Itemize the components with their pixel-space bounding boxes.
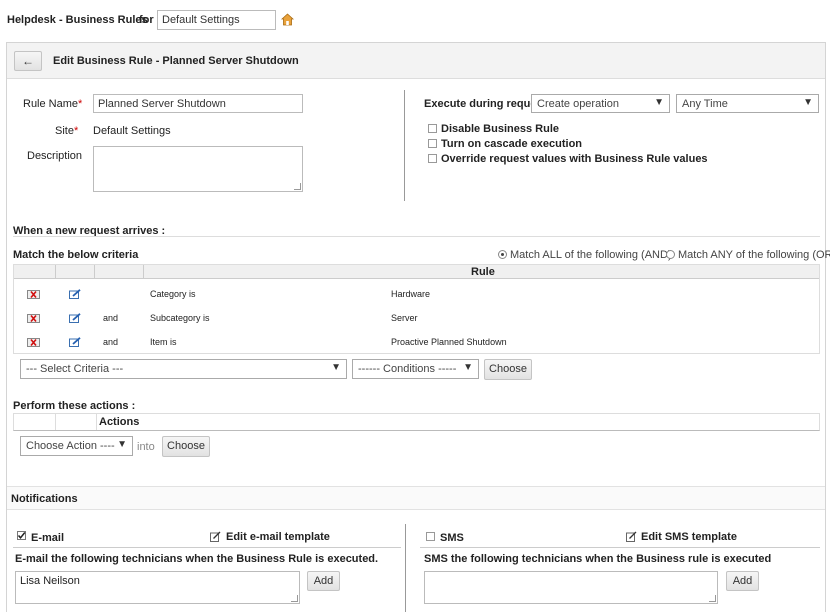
delete-icon[interactable] (27, 314, 40, 323)
delete-icon[interactable] (27, 290, 40, 299)
actions-heading: Perform these actions : (13, 400, 136, 412)
row-value: Server (391, 313, 418, 323)
edit-template-icon[interactable] (210, 531, 221, 542)
row-field: Subcategory is (150, 313, 210, 323)
disable-rule-checkbox[interactable] (428, 124, 437, 133)
match-heading: Match the below criteria (13, 249, 139, 261)
email-add-button[interactable]: Add (307, 571, 340, 591)
choose-action-button[interactable]: Choose (162, 436, 210, 457)
match-any-radio[interactable] (666, 250, 675, 259)
choose-criteria-button[interactable]: Choose (484, 359, 532, 380)
site-label: Site* (55, 125, 79, 137)
notifications-divider (405, 524, 406, 612)
form-title: Edit Business Rule - Planned Server Shut… (53, 55, 299, 67)
sms-add-button[interactable]: Add (726, 571, 759, 591)
sms-technicians-field[interactable] (424, 571, 718, 604)
match-all-radio[interactable] (498, 250, 507, 259)
home-icon[interactable] (280, 13, 295, 26)
conditions-dropdown[interactable]: ------ Conditions ----- ▼ (352, 359, 479, 379)
row-conjunction: and (103, 313, 119, 323)
notifications-bar (7, 487, 825, 509)
row-value: Hardware (391, 289, 431, 299)
disable-rule-label: Disable Business Rule (441, 123, 559, 135)
edit-icon[interactable] (69, 313, 81, 323)
divider (13, 236, 820, 237)
cascade-label: Turn on cascade execution (441, 138, 583, 150)
edit-icon[interactable] (69, 289, 81, 299)
into-label: into (137, 441, 155, 453)
delete-icon[interactable] (27, 338, 40, 347)
criteria-table-header (14, 265, 819, 279)
page-title: Helpdesk - Business Rules (7, 14, 148, 26)
divider (13, 547, 401, 548)
back-button[interactable]: ← (14, 51, 42, 71)
match-any-label: Match ANY of the following (OR) (678, 249, 830, 261)
description-field[interactable] (93, 146, 303, 192)
select-criteria-dropdown[interactable]: --- Select Criteria --- ▼ (20, 359, 347, 379)
site-value: Default Settings (93, 125, 171, 137)
rule-name-field[interactable]: Planned Server Shutdown (93, 94, 303, 113)
form-divider (404, 90, 405, 201)
sms-description: SMS the following technicians when the B… (424, 553, 772, 565)
email-description: E-mail the following technicians when th… (15, 553, 379, 565)
for-label: for (139, 14, 154, 26)
site-selector[interactable]: Default Settings (157, 10, 276, 30)
execute-label: Execute during request (424, 98, 547, 110)
rule-name-label: Rule Name* (23, 98, 83, 110)
description-label: Description (27, 150, 83, 162)
email-technicians-field[interactable]: Lisa Neilson (15, 571, 300, 604)
row-field: Item is (150, 337, 177, 347)
rule-column-header: Rule (471, 266, 495, 278)
email-checkbox[interactable] (17, 531, 26, 540)
override-checkbox[interactable] (428, 154, 437, 163)
cascade-checkbox[interactable] (428, 139, 437, 148)
row-value: Proactive Planned Shutdown (391, 337, 507, 347)
email-label: E-mail (31, 532, 65, 544)
edit-icon[interactable] (69, 337, 81, 347)
execute-operation-select[interactable]: Create operation ▼ (531, 94, 670, 113)
match-all-label: Match ALL of the following (AND) (510, 249, 672, 261)
divider (420, 547, 820, 548)
edit-template-icon[interactable] (626, 531, 637, 542)
sms-label: SMS (440, 532, 464, 544)
edit-sms-template-link[interactable]: Edit SMS template (641, 531, 737, 543)
sms-checkbox[interactable] (426, 532, 435, 541)
row-field: Category is (150, 289, 196, 299)
divider (7, 509, 825, 510)
execute-time-select[interactable]: Any Time ▼ (676, 94, 819, 113)
choose-action-dropdown[interactable]: Choose Action ---- ▼ (20, 436, 133, 456)
actions-column-header: Actions (99, 416, 140, 428)
override-label: Override request values with Business Ru… (441, 153, 708, 165)
row-conjunction: and (103, 337, 119, 347)
notifications-heading: Notifications (11, 493, 78, 505)
edit-email-template-link[interactable]: Edit e-mail template (226, 531, 330, 543)
